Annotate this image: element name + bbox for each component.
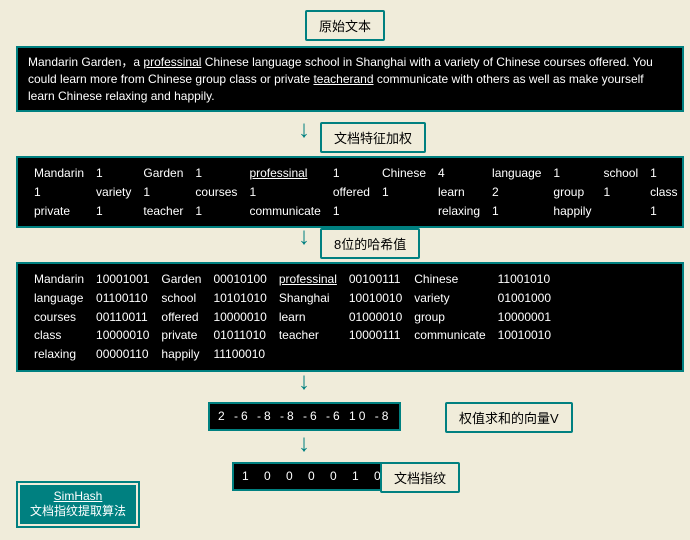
fingerprint-values: 1 0 0 0 0 1 0 [242, 469, 387, 483]
block-vector: 2 -6 -8 -8 -6 -6 10 -8 [208, 402, 401, 431]
title-line1: SimHash [54, 489, 103, 503]
label-original: 原始文本 [305, 10, 385, 41]
original-text: Mandarin Garden，a professinal Chinese la… [28, 55, 653, 103]
block-hashes: Mandarin10001001Garden00010100professina… [16, 262, 684, 372]
arrow-1: ↓ [298, 118, 310, 142]
block-weights: Mandarin1Garden1professinal1Chinese4lang… [16, 156, 684, 228]
title-line2: 文档指纹提取算法 [30, 504, 126, 518]
vector-values: 2 -6 -8 -8 -6 -6 10 -8 [218, 409, 391, 423]
hash-table: Mandarin10001001Garden00010100professina… [28, 270, 557, 364]
arrow-3: ↓ [298, 370, 310, 394]
label-fingerprint: 文档指纹 [380, 462, 460, 493]
label-vector: 权值求和的向量V [445, 402, 573, 433]
algorithm-title: SimHash 文档指纹提取算法 [18, 483, 138, 526]
label-weights: 文档特征加权 [320, 122, 426, 153]
label-hash: 8位的哈希值 [320, 228, 420, 259]
block-original-text: Mandarin Garden，a professinal Chinese la… [16, 46, 684, 112]
arrow-2: ↓ [298, 225, 310, 249]
block-fingerprint: 1 0 0 0 0 1 0 [232, 462, 397, 491]
arrow-4: ↓ [298, 432, 310, 456]
weights-table: Mandarin1Garden1professinal1Chinese4lang… [28, 164, 690, 220]
